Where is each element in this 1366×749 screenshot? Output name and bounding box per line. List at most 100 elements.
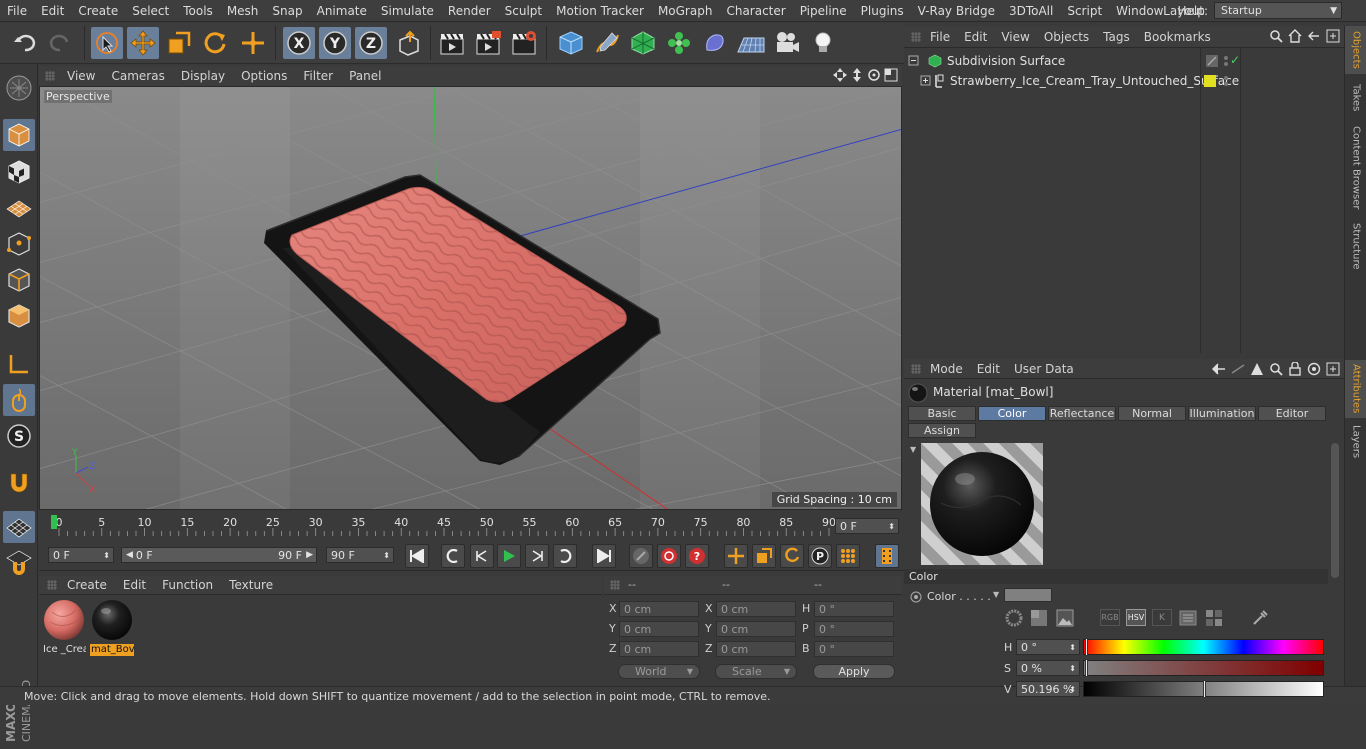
rot-p-field[interactable]: 0 ° <box>814 621 894 637</box>
timeline-window-button[interactable] <box>875 544 899 568</box>
menu-edit[interactable]: Edit <box>34 4 71 18</box>
playhead-marker[interactable] <box>51 515 57 529</box>
hue-slider[interactable] <box>1083 638 1324 656</box>
coordinate-system-button[interactable] <box>393 27 425 59</box>
attributes-scrollbar[interactable] <box>1331 443 1339 578</box>
menu-script[interactable]: Script <box>1060 4 1109 18</box>
menu-file[interactable]: File <box>0 4 34 18</box>
size-z-field[interactable]: 0 cm <box>716 641 796 657</box>
hue-slider-handle[interactable] <box>1085 638 1088 656</box>
tab-reflectance[interactable]: Reflectance <box>1048 406 1116 421</box>
size-x-field[interactable]: 0 cm <box>716 601 796 617</box>
zoom-view-icon[interactable] <box>850 68 864 82</box>
cube-primitive-button[interactable] <box>555 27 587 59</box>
viewport-menu-options[interactable]: Options <box>233 69 295 83</box>
menu-mesh[interactable]: Mesh <box>220 4 266 18</box>
tree-collapse-icon[interactable] <box>908 55 920 67</box>
3d-viewport[interactable]: Y Z X Perspective Grid Spacing : 10 cm <box>39 86 902 510</box>
saturation-slider-handle[interactable] <box>1085 659 1088 677</box>
dock-tab-objects[interactable]: Objects <box>1345 26 1366 74</box>
key-scale-button[interactable] <box>752 544 776 568</box>
make-editable-button[interactable] <box>3 72 35 104</box>
object-row-strawberry-tray[interactable]: Strawberry_Ice_Cream_Tray_Untouched_Surf… <box>904 71 1344 91</box>
back-arrow-icon[interactable] <box>1212 362 1226 376</box>
menu-vray-bridge[interactable]: V-Ray Bridge <box>911 4 1002 18</box>
texture-mode-button[interactable] <box>3 156 35 188</box>
camera-label[interactable]: Perspective <box>44 90 112 103</box>
viewport-menu-filter[interactable]: Filter <box>295 69 341 83</box>
viewport-menu-panel[interactable]: Panel <box>341 69 389 83</box>
autokeying-button[interactable]: ? <box>685 544 709 568</box>
visibility-dots-icon[interactable] <box>1222 55 1230 67</box>
spectrum-icon[interactable] <box>1030 609 1048 627</box>
previous-keyframe-button[interactable] <box>441 544 465 568</box>
pan-view-icon[interactable] <box>833 68 847 82</box>
axis-mode-button[interactable] <box>3 348 35 380</box>
menu-3dtoall[interactable]: 3DToAll <box>1002 4 1060 18</box>
material-menu-texture[interactable]: Texture <box>221 578 281 592</box>
search-icon[interactable] <box>1269 29 1283 43</box>
objects-menu-objects[interactable]: Objects <box>1037 30 1096 44</box>
rotate-view-icon[interactable] <box>867 68 881 82</box>
kelvin-mode-button[interactable]: K <box>1152 609 1172 626</box>
enable-snap-grid-button[interactable] <box>3 511 35 543</box>
size-y-field[interactable]: 0 cm <box>716 621 796 637</box>
radio-button-icon[interactable] <box>910 591 922 603</box>
menu-window[interactable]: Window <box>1109 4 1170 18</box>
object-manager-column-divider[interactable] <box>1240 48 1241 353</box>
menu-pipeline[interactable]: Pipeline <box>793 4 854 18</box>
swatches-icon[interactable] <box>1205 609 1223 627</box>
record-active-objects-button[interactable] <box>657 544 681 568</box>
pos-y-field[interactable]: 0 cm <box>619 621 699 637</box>
viewport-menu-display[interactable]: Display <box>173 69 233 83</box>
value-field[interactable]: 50.196 % ⬍ <box>1016 681 1080 697</box>
z-axis-lock-button[interactable]: Z <box>355 27 387 59</box>
objects-menu-file[interactable]: File <box>923 30 957 44</box>
scale-tool-button[interactable] <box>163 27 195 59</box>
transform-tool-button[interactable] <box>237 27 269 59</box>
tree-expand-icon[interactable] <box>920 75 932 87</box>
back-icon[interactable] <box>1307 29 1321 43</box>
coordinate-system-dropdown[interactable]: World ▼ <box>618 664 700 679</box>
rgb-mode-button[interactable]: RGB <box>1100 609 1120 626</box>
value-slider[interactable] <box>1083 680 1324 698</box>
saturation-slider[interactable] <box>1083 659 1324 677</box>
apply-button[interactable]: Apply <box>813 664 895 679</box>
menu-render[interactable]: Render <box>441 4 498 18</box>
attributes-menu-edit[interactable]: Edit <box>970 362 1007 376</box>
objects-menu-edit[interactable]: Edit <box>957 30 994 44</box>
preview-range-slider[interactable]: ◀ 0 F 90 F ▶ <box>121 547 317 563</box>
move-tool-button[interactable] <box>127 27 159 59</box>
tab-color[interactable]: Color <box>978 406 1046 421</box>
next-keyframe-button[interactable] <box>553 544 577 568</box>
tab-editor[interactable]: Editor <box>1258 406 1326 421</box>
tweak-mode-button[interactable] <box>3 384 35 416</box>
workplane-mode-button[interactable] <box>3 192 35 224</box>
edge-mode-button[interactable] <box>3 264 35 296</box>
key-pla-button[interactable] <box>836 544 860 568</box>
timeline-ruler[interactable]: 0 5 10 15 20 25 30 35 40 45 50 55 60 65 70 75 80 85 90 0 F… <box>39 512 904 540</box>
color-swatch[interactable] <box>1004 588 1052 602</box>
preview-collapse-arrow-icon[interactable]: ▼ <box>910 445 916 454</box>
material-menu-function[interactable]: Function <box>154 578 221 592</box>
eyedropper-icon[interactable] <box>1251 609 1269 627</box>
menu-snap[interactable]: Snap <box>265 4 309 18</box>
live-selection-button[interactable] <box>91 27 123 59</box>
viewport-menu-cameras[interactable]: Cameras <box>103 69 172 83</box>
menu-mograph[interactable]: MoGraph <box>651 4 720 18</box>
color-mixer-icon[interactable] <box>1179 609 1197 627</box>
subdivision-surface-button[interactable] <box>627 27 659 59</box>
dock-tab-structure[interactable]: Structure <box>1345 218 1366 274</box>
camera-button[interactable] <box>771 27 803 59</box>
rotate-tool-button[interactable] <box>199 27 231 59</box>
y-axis-lock-button[interactable]: Y <box>319 27 351 59</box>
go-to-start-button[interactable] <box>405 544 429 568</box>
objects-menu-bookmarks[interactable]: Bookmarks <box>1137 30 1218 44</box>
snap-button[interactable] <box>3 466 35 498</box>
tab-basic[interactable]: Basic <box>908 406 976 421</box>
floor-button[interactable] <box>735 27 767 59</box>
value-slider-handle[interactable] <box>1203 680 1206 698</box>
menu-plugins[interactable]: Plugins <box>854 4 911 18</box>
rot-b-field[interactable]: 0 ° <box>814 641 894 657</box>
layer-color-swatch[interactable] <box>1204 75 1216 87</box>
